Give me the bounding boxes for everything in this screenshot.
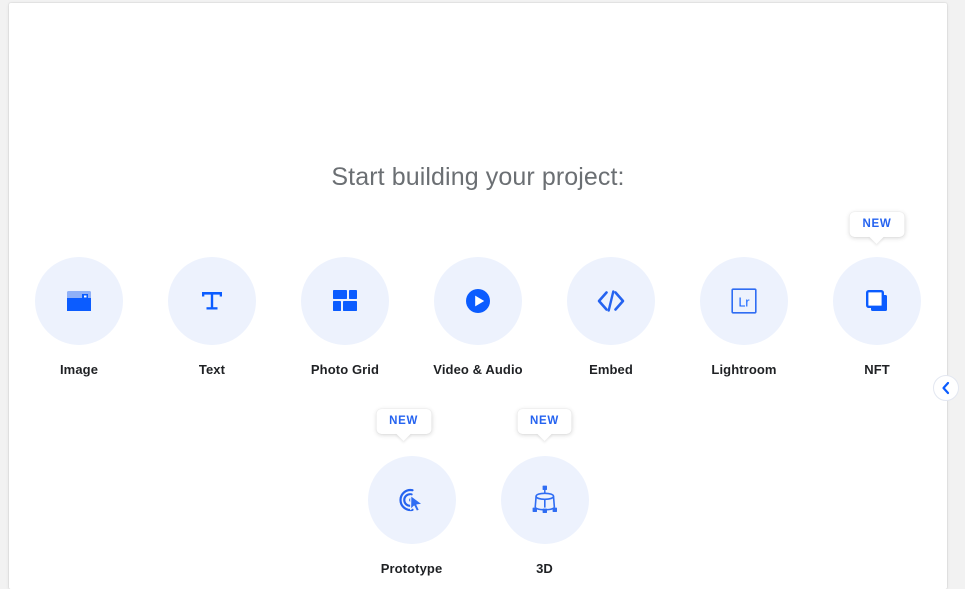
block-tile-lightroom[interactable]: Lr Lightroom — [700, 257, 788, 377]
block-tile-photo-grid[interactable]: Photo Grid — [301, 257, 389, 377]
block-tile-label: Photo Grid — [310, 362, 380, 377]
block-tile-video-audio[interactable]: Video & Audio — [433, 257, 523, 377]
lightroom-icon: Lr — [731, 288, 757, 314]
block-tile-image-circle[interactable] — [35, 257, 123, 345]
page-canvas: Start building your project: Image Text … — [0, 0, 965, 589]
block-tile-label: 3D — [536, 561, 553, 576]
block-tile-prototype[interactable]: NEW Prototype — [367, 409, 456, 576]
cursor-click-icon — [398, 486, 426, 514]
content-card: Start building your project: Image Text … — [9, 3, 959, 589]
block-tile-label: Embed — [589, 362, 633, 377]
primary-block-row: Image Text Photo Grid Video & Audio Embe… — [9, 212, 947, 377]
block-tile-lightroom-circle[interactable]: Lr — [700, 257, 788, 345]
block-tile-embed-circle[interactable] — [567, 257, 655, 345]
block-tile-label: Text — [198, 362, 226, 377]
code-icon — [596, 289, 626, 313]
block-tile-label: Image — [59, 362, 99, 377]
text-icon — [199, 288, 225, 314]
secondary-block-row: NEW Prototype NEW 3D — [9, 409, 947, 576]
new-badge: NEW — [517, 409, 572, 434]
block-tile-label: NFT — [864, 362, 890, 377]
image-icon — [66, 289, 92, 313]
block-tile-nft-circle[interactable] — [833, 257, 921, 345]
chevron-left-icon — [941, 381, 951, 395]
block-tile-label: Prototype — [380, 561, 443, 576]
svg-text:Lr: Lr — [738, 295, 749, 309]
block-tile-embed[interactable]: Embed — [567, 257, 655, 377]
new-badge: NEW — [376, 409, 432, 434]
new-badge: NEW — [849, 212, 905, 237]
block-tile-nft[interactable]: NEW NFT — [833, 212, 921, 377]
nft-icon — [864, 288, 890, 314]
block-tile-3d-circle[interactable] — [500, 456, 589, 544]
block-tile-text[interactable]: Text — [168, 257, 256, 377]
block-tile-3d[interactable]: NEW 3D — [500, 409, 589, 576]
block-tile-label: Lightroom — [711, 362, 777, 377]
photo-grid-icon — [333, 289, 357, 313]
block-tile-video-audio-circle[interactable] — [434, 257, 522, 345]
block-tile-label: Video & Audio — [433, 362, 523, 377]
block-tile-image[interactable]: Image — [35, 257, 123, 377]
panel-collapse-handle[interactable] — [933, 375, 959, 401]
block-tile-photo-grid-circle[interactable] — [301, 257, 389, 345]
block-tile-text-circle[interactable] — [168, 257, 256, 345]
cube-3d-icon — [531, 485, 559, 515]
play-icon — [465, 288, 491, 314]
page-title: Start building your project: — [331, 163, 625, 191]
block-tile-prototype-circle[interactable] — [367, 456, 456, 544]
